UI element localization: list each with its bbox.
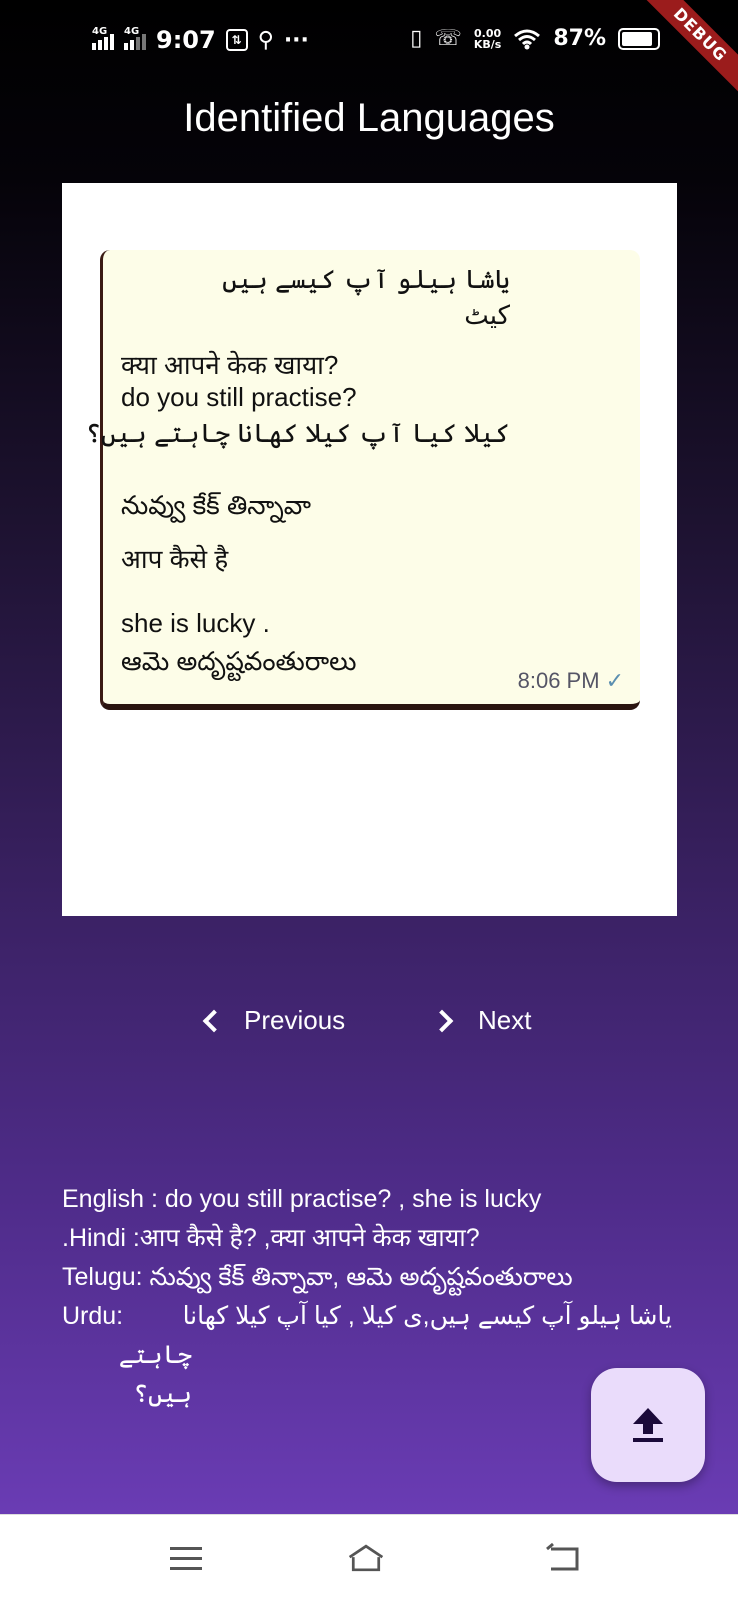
data-saver-icon: ⇅ bbox=[225, 29, 248, 51]
signal-icon-2: 4G bbox=[124, 26, 146, 50]
network-type-1: 4G bbox=[92, 26, 108, 37]
chevron-left-icon bbox=[202, 1009, 226, 1032]
system-nav-bar bbox=[0, 1514, 738, 1600]
check-icon: ✓ bbox=[605, 668, 624, 693]
chat-line-7: आप कैसे है bbox=[121, 544, 229, 574]
chat-screenshot-image: یاشا ہیلو آپ کیسے ہیں کیٹ क्या आपने केक … bbox=[86, 250, 640, 710]
wifi-calling-icon: ☏ bbox=[434, 26, 462, 51]
chat-line-8: she is lucky . bbox=[121, 608, 270, 638]
network-type-2: 4G bbox=[124, 26, 140, 37]
chat-line-6: నువ్వు కేక్ తిన్నావా bbox=[121, 490, 312, 520]
home-icon[interactable] bbox=[346, 1541, 386, 1575]
chat-line-5: کیلا کیا آپ کیلا کھانا چاہتے ہیں؟ bbox=[85, 418, 510, 448]
battery-percent: 87% bbox=[553, 26, 606, 51]
result-urdu: Urdu: یاشا ہیلو آپ کیسے ہیں,ی کیلا , کیا… bbox=[62, 1297, 672, 1336]
urdu-text-2: چاہتے ہیں؟ bbox=[118, 1341, 192, 1408]
upload-icon bbox=[633, 1408, 663, 1442]
result-english: English : do you still practise? , she i… bbox=[62, 1185, 542, 1213]
chat-line-3: क्या आपने केक खाया? bbox=[121, 350, 339, 380]
data-speed: 0.00 KB/s bbox=[474, 28, 501, 50]
chat-timestamp: 8:06 PM ✓ bbox=[518, 668, 624, 694]
usb-icon: ⚲ bbox=[257, 27, 274, 53]
chat-line-2: کیٹ bbox=[464, 300, 510, 330]
chat-line-4: do you still practise? bbox=[121, 382, 357, 412]
status-bar: 4G 4G 9:07 ⇅ ⚲ ··· ▯ ☏ 0.00 KB/s 87% DEB… bbox=[0, 0, 738, 101]
more-dots-icon: ··· bbox=[283, 27, 309, 53]
next-button[interactable]: Next bbox=[430, 1005, 532, 1036]
chat-line-1: یاشا ہیلو آپ کیسے ہیں bbox=[222, 264, 510, 294]
urdu-text: یاشا ہیلو آپ کیسے ہیں,ی کیلا , کیا آپ کی… bbox=[182, 1302, 672, 1330]
data-speed-unit: KB/s bbox=[473, 37, 502, 51]
upload-button[interactable] bbox=[591, 1368, 705, 1482]
status-time: 9:07 bbox=[156, 26, 216, 54]
previous-label: Previous bbox=[244, 1005, 346, 1035]
result-telugu: Telugu: నువ్వు కేక్ తిన్నావా, ఆమె అదృష్ట… bbox=[62, 1263, 573, 1291]
result-hindi: .Hindi :आप कैसे है? ,क्या आपने केक खाया? bbox=[62, 1224, 480, 1252]
back-icon[interactable] bbox=[543, 1541, 583, 1575]
image-card: یاشا ہیلو آپ کیسے ہیں کیٹ क्या आपने केक … bbox=[62, 183, 677, 916]
page-title: Identified Languages bbox=[183, 96, 555, 140]
previous-button[interactable]: Previous bbox=[200, 1005, 345, 1036]
battery-icon bbox=[618, 27, 660, 50]
recent-apps-icon[interactable] bbox=[166, 1541, 206, 1575]
chevron-right-icon bbox=[430, 1009, 454, 1032]
wifi-icon bbox=[514, 29, 541, 49]
app-screen: 4G 4G 9:07 ⇅ ⚲ ··· ▯ ☏ 0.00 KB/s 87% DEB… bbox=[0, 0, 738, 1514]
vibrate-icon: ▯ bbox=[410, 26, 423, 51]
next-label: Next bbox=[478, 1005, 532, 1035]
urdu-label: Urdu: bbox=[62, 1302, 124, 1330]
signal-icon: 4G bbox=[92, 26, 114, 50]
chat-line-9: ఆమె అదృష్టవంతురాలు bbox=[121, 646, 357, 676]
chat-time: 8:06 PM bbox=[517, 668, 600, 693]
